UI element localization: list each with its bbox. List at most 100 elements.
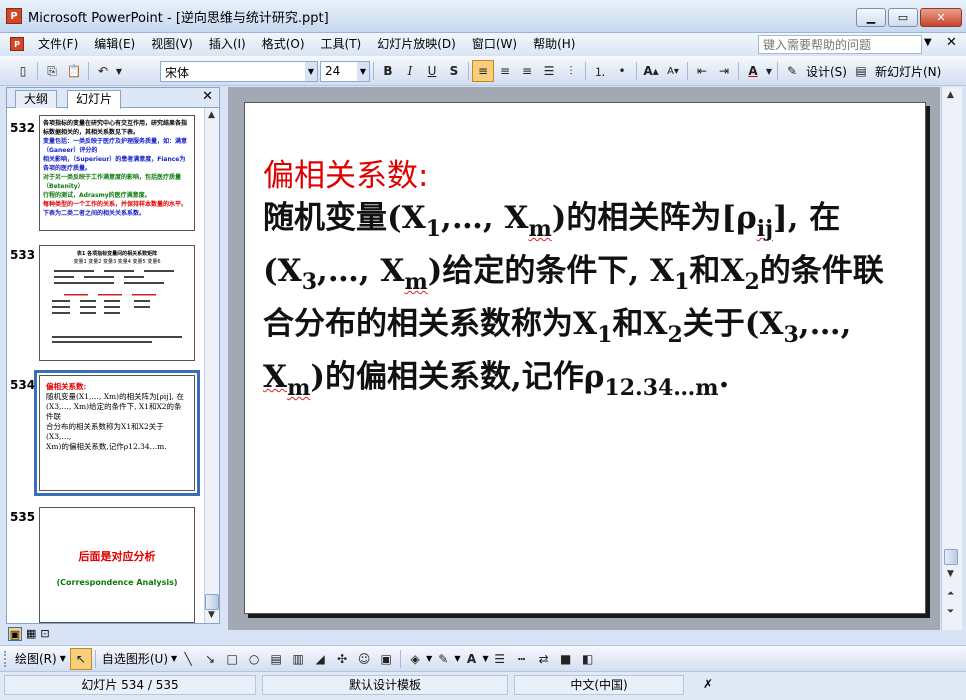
next-slide-icon[interactable]: ⏷ [947, 607, 954, 617]
oval-tool-icon[interactable]: ○ [243, 648, 265, 670]
thumb-text: 行程的测试，Adrasmy的医疗满意度。 [43, 192, 151, 199]
menu-insert[interactable]: 插入(I) [201, 33, 254, 55]
slide-thumbnail-534[interactable]: 偏相关系数: 随机变量(X1,…, Xm)的相关阵为[ρij], 在 (X3,…… [34, 370, 200, 496]
new-slide-button[interactable]: 新幻灯片(N) [872, 63, 944, 80]
numbering-icon[interactable]: ⒈ [589, 60, 611, 82]
3d-style-icon[interactable]: ◧ [577, 648, 599, 670]
bullets-icon[interactable]: • [611, 60, 633, 82]
font-color-dropdown-icon[interactable]: ▼ [764, 60, 774, 82]
increase-indent-icon[interactable]: ⇥ [713, 60, 735, 82]
vertical-textbox-icon[interactable]: ▥ [287, 648, 309, 670]
thumb-text: (X3,…, Xm)给定的条件下, X1和X2的条件联 [46, 402, 182, 421]
copy-icon[interactable]: ⎘ [41, 60, 63, 82]
thumbnail-scrollbar[interactable]: ▲ ▼ [204, 108, 219, 623]
thumb-text: 相关影响，（Superieur）的患者满意度，Fiance为各项的医疗质量。 [43, 156, 186, 172]
slide-thumbnail-533[interactable]: 表1 各项指标变量间的相关系数矩阵 变量1 变量2 变量3 变量4 变量5 变量… [39, 245, 195, 361]
select-cursor-icon[interactable]: ↖ [69, 647, 92, 670]
font-color-icon[interactable]: A [742, 60, 764, 82]
draw-menu-button[interactable]: 绘图(R) [12, 650, 60, 667]
menu-format[interactable]: 格式(O) [254, 33, 313, 55]
rectangle-tool-icon[interactable]: □ [221, 648, 243, 670]
prev-slide-icon[interactable]: ⏶ [947, 589, 954, 599]
doc-close-icon[interactable]: ✕ [946, 35, 957, 50]
status-bar: 幻灯片 534 / 535 默认设计模板 中文(中国) ✗ [0, 671, 966, 700]
arrow-style-icon[interactable]: ⇄ [533, 648, 555, 670]
decrease-indent-icon[interactable]: ⇤ [691, 60, 713, 82]
sorter-view-icon[interactable]: ▦ [26, 627, 36, 641]
editor-scroll-thumb[interactable] [944, 549, 958, 565]
dash-style-icon[interactable]: ┅ [511, 648, 533, 670]
slide-thumbnail-532[interactable]: 各项指标的变量在研究中心有交互作用，研究结果各指标数据相关的，其相关系数见下表。… [39, 115, 195, 231]
pane-close-icon[interactable]: ✕ [202, 89, 213, 104]
menu-slideshow[interactable]: 幻灯片放映(D) [369, 33, 464, 55]
fill-color-icon[interactable]: ◈ [404, 648, 426, 670]
align-right-button[interactable]: ≡ [516, 60, 538, 82]
title-bar: P Microsoft PowerPoint - [逆向思维与统计研究.ppt]… [0, 0, 966, 33]
align-left-button[interactable]: ≡ [472, 60, 494, 82]
autoshapes-button[interactable]: 自选图形(U) [99, 650, 171, 667]
textbox-tool-icon[interactable]: ▤ [265, 648, 287, 670]
close-window-button[interactable]: ✕ [920, 8, 962, 27]
draw-font-color-icon[interactable]: A [460, 648, 482, 670]
drawing-toolbar: 绘图(R) ▼ ↖ 自选图形(U) ▼ ╲ ↘ □ ○ ▤ ▥ ◢ ✣ ☺ ▣ … [0, 645, 966, 671]
design-icon[interactable]: ✎ [781, 60, 803, 82]
line-style-icon[interactable]: ☰ [489, 648, 511, 670]
menu-help[interactable]: 帮助(H) [525, 33, 583, 55]
wordart-icon[interactable]: ◢ [309, 648, 331, 670]
design-button[interactable]: 设计(S) [803, 63, 850, 80]
undo-icon[interactable]: ↶ [92, 60, 114, 82]
current-slide[interactable]: 偏相关系数: 随机变量(X1,…, Xm)的相关阵为[ρij], 在 (X3,…… [244, 102, 926, 614]
clipart-icon[interactable]: ☺ [353, 648, 375, 670]
bold-button[interactable]: B [377, 60, 399, 82]
thumb-text: 各项指标的变量在研究中心有交互作用，研究结果各指标数据相关的，其相关系数见下表。 [43, 120, 188, 136]
menu-edit[interactable]: 编辑(E) [86, 33, 143, 55]
undo-dropdown-icon[interactable]: ▼ [114, 60, 124, 82]
powerpoint-icon[interactable]: P [6, 8, 22, 24]
underline-button[interactable]: U [421, 60, 443, 82]
shrink-font-icon[interactable]: A▾ [662, 60, 684, 82]
thumb-number: 533 [10, 248, 36, 262]
slide-thumbnail-535[interactable]: 后面是对应分析 (Correspondence Analysis) [39, 507, 195, 623]
editor-scrollbar[interactable]: ▲ ▼ ⏶ ⏷ [941, 87, 962, 630]
maximize-button[interactable]: ▭ [888, 8, 918, 27]
menu-file[interactable]: 文件(F) [30, 33, 86, 55]
spellcheck-icon[interactable]: ✗ [690, 675, 726, 695]
slide-body[interactable]: 偏相关系数: 随机变量(X1,…, Xm)的相关阵为[ρij], 在 (X3,…… [263, 155, 913, 409]
distribute-button[interactable]: ⫶ [560, 60, 582, 82]
picture-icon[interactable]: ▣ [375, 648, 397, 670]
menu-tools[interactable]: 工具(T) [313, 33, 370, 55]
grow-font-icon[interactable]: A▴ [640, 60, 662, 82]
scroll-thumb[interactable] [205, 594, 219, 610]
thumb-text: 每种类型的一个工作的关系，并保持样本数量的水平。 [43, 201, 188, 208]
paste-icon[interactable]: 📋 [63, 60, 85, 82]
shadow-style-icon[interactable]: ■ [555, 648, 577, 670]
thumb-number: 534 [10, 378, 36, 392]
justify-button[interactable]: ☰ [538, 60, 560, 82]
line-color-icon[interactable]: ✎ [432, 648, 454, 670]
slide-line-3: 合分布的相关系数称为X1和X2关于(X3,…, [263, 306, 852, 348]
slideshow-view-icon[interactable]: ⊡ [40, 627, 49, 641]
help-dropdown-icon[interactable]: ▼ [924, 37, 932, 48]
line-tool-icon[interactable]: ╲ [177, 648, 199, 670]
diagram-icon[interactable]: ✣ [331, 648, 353, 670]
normal-view-icon[interactable]: ▣ [8, 627, 22, 641]
menu-view[interactable]: 视图(V) [143, 33, 201, 55]
arrow-tool-icon[interactable]: ↘ [199, 648, 221, 670]
slide-editor[interactable]: 偏相关系数: 随机变量(X1,…, Xm)的相关阵为[ρij], 在 (X3,…… [228, 87, 940, 630]
italic-button[interactable]: I [399, 60, 421, 82]
shadow-button[interactable]: S [443, 60, 465, 82]
tab-outline[interactable]: 大纲 [15, 90, 58, 108]
new-slide-icon[interactable]: ▤ [850, 60, 872, 82]
menu-window[interactable]: 窗口(W) [464, 33, 525, 55]
new-icon[interactable]: ▯ [12, 60, 34, 82]
help-search-input[interactable]: 键入需要帮助的问题 [758, 35, 922, 54]
thumb-text: 偏相关系数: [46, 382, 87, 391]
font-size-select[interactable]: 24 ▼ [320, 60, 370, 82]
tab-slides[interactable]: 幻灯片 [67, 90, 122, 109]
minimize-button[interactable]: ▁ [856, 8, 886, 27]
font-name-select[interactable]: 宋体 ▼ [160, 60, 318, 82]
thumb-text: 随机变量(X1,…, Xm)的相关阵为[ρij], 在 [46, 392, 184, 401]
status-template: 默认设计模板 [262, 675, 508, 695]
align-center-button[interactable]: ≡ [494, 60, 516, 82]
document-icon[interactable]: P [10, 37, 24, 51]
